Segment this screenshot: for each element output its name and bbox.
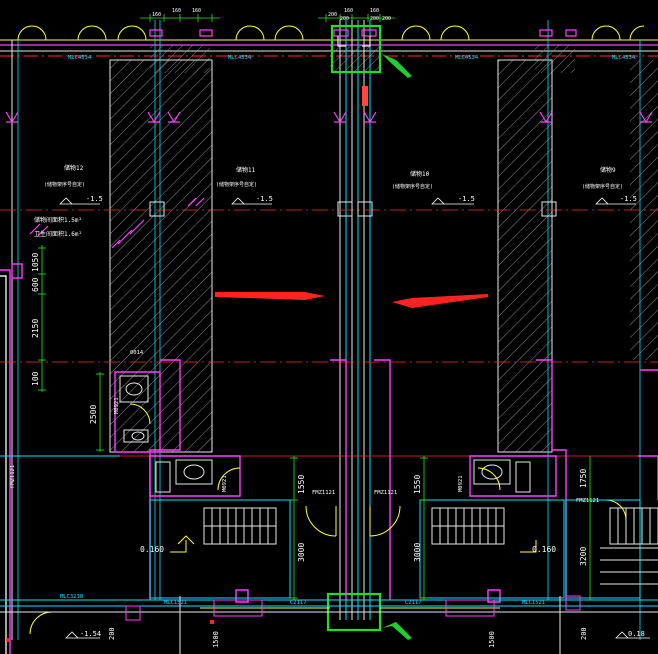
room-12-note: (储物架序号自定) — [44, 181, 85, 188]
bottom-dim-1: 200 — [108, 627, 116, 640]
stair-dim-3: 3200 — [579, 547, 588, 566]
window-tag-2: MLC4534 — [228, 55, 252, 61]
door-tag-2: FMZ1121 — [374, 490, 397, 496]
bottom-dim-4: 200 — [580, 627, 588, 640]
area-note-1: 储物间面积1.5m² — [34, 216, 82, 224]
left-dim-600: 600 — [31, 277, 40, 292]
room-11-note: (储物架序号自定) — [216, 181, 257, 188]
side-tag-2: M0921 — [222, 475, 228, 492]
level-1: -1.5 — [86, 195, 103, 203]
cyan-room-lines — [0, 455, 658, 607]
door-tag-3: FMZ1121 — [576, 498, 599, 504]
top-center-fixture — [149, 29, 577, 47]
hatched-wall-left — [110, 60, 212, 452]
room-9-note: (储物架序号自定) — [582, 183, 623, 190]
bottom-tag-2: MLC1521 — [164, 600, 187, 606]
top-dim-3: 160 — [192, 8, 201, 14]
top-dim-c1: 200 — [328, 12, 337, 18]
door-tag-1: FMZ1121 — [312, 490, 335, 496]
room-10-name: 储物10 — [410, 170, 430, 178]
level-3: -1.5 — [458, 195, 475, 203]
red-arrow-right — [215, 292, 325, 300]
bottom-dim-3: 1500 — [488, 631, 496, 648]
top-dim-1: 160 — [152, 12, 161, 18]
top-dim-c3: 200 — [370, 16, 379, 22]
left-dim-100: 100 — [31, 371, 40, 386]
stair-far — [600, 507, 658, 585]
top-hatch-2 — [330, 45, 380, 73]
left-walls — [0, 263, 23, 654]
level-2: -1.5 — [256, 195, 273, 203]
tag-0014: 0014 — [130, 350, 144, 356]
room-11-name: 储物11 — [236, 166, 256, 174]
cad-floor-plan: 160 160 160 200 200 160 160 200 200 MLC4… — [0, 8, 658, 654]
top-dim-5: 160 — [370, 8, 379, 14]
room-10-note: (储物架序号自定) — [392, 183, 433, 190]
level-4: -1.5 — [620, 195, 637, 203]
bottom-tag-5: MLC1521 — [522, 600, 545, 606]
central-wall — [339, 20, 371, 620]
lower-door-leaves — [335, 506, 371, 536]
bottom-level-2: 0.18 — [628, 630, 645, 638]
bottom-dim-2: 1500 — [212, 631, 220, 648]
stair-level-2: 0.160 — [532, 545, 556, 554]
stair-dim-2: 3000 — [413, 543, 422, 562]
room-9-name: 储物9 — [600, 166, 616, 174]
bath-dim-2500: 2500 — [89, 405, 98, 424]
top-dim-lines — [140, 14, 395, 22]
bottom-level-markers — [65, 631, 650, 639]
stair-level-1: 0.160 — [140, 545, 164, 554]
top-dim-c4: 200 — [382, 16, 391, 22]
side-tag-1: M0921 — [114, 397, 120, 414]
bottom-level-1: -1.54 — [80, 630, 101, 638]
red-arrow-left — [392, 294, 488, 308]
mid-dim-3: 1750 — [579, 469, 588, 488]
stair-right — [431, 507, 505, 545]
bottom-tag-4: C2117 — [405, 600, 422, 606]
left-dim-1050: 1050 — [31, 253, 40, 272]
mid-dim-2: 1550 — [413, 475, 422, 494]
stair-dim-1: 3000 — [297, 543, 306, 562]
door-tag-4: FMZ1121 — [10, 465, 16, 488]
top-dim-labels: 160 160 160 200 200 160 160 200 200 — [152, 8, 391, 22]
stair-left — [203, 507, 277, 545]
green-arrow-top — [382, 54, 412, 78]
green-arrow-bottom — [382, 622, 412, 640]
window-tag-1: MLC4534 — [68, 55, 92, 61]
bottom-tag-1: MLC3238 — [60, 594, 83, 600]
red-mark — [362, 86, 368, 106]
top-dim-2: 160 — [172, 8, 181, 14]
top-dim-4: 160 — [344, 8, 353, 14]
top-dim-c2: 200 — [340, 16, 349, 22]
room-12-name: 储物12 — [64, 164, 84, 172]
side-tag-3: M0921 — [458, 475, 464, 492]
bottom-tag-3: C2117 — [290, 600, 307, 606]
left-dim-2150: 2150 — [31, 319, 40, 338]
mid-dim-1: 1550 — [297, 475, 306, 494]
window-tag-3: MLC4534 — [455, 55, 479, 61]
column-glyphs — [5, 111, 653, 124]
area-note-2: 卫生间面积1.6m² — [34, 230, 82, 238]
